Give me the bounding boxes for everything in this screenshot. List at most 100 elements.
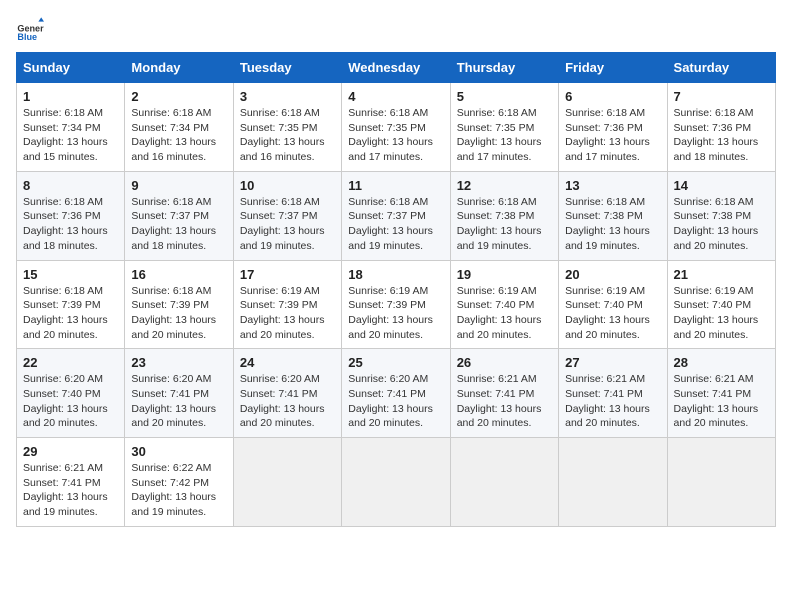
day-number: 4 — [348, 89, 443, 104]
day-number: 25 — [348, 355, 443, 370]
calendar-cell: 24 Sunrise: 6:20 AMSunset: 7:41 PMDayligh… — [233, 349, 341, 438]
day-number: 15 — [23, 267, 118, 282]
col-header-monday: Monday — [125, 53, 233, 83]
cell-sun-info: Sunrise: 6:18 AMSunset: 7:37 PMDaylight:… — [348, 195, 443, 254]
header-row: SundayMondayTuesdayWednesdayThursdayFrid… — [17, 53, 776, 83]
cell-sun-info: Sunrise: 6:18 AMSunset: 7:34 PMDaylight:… — [23, 106, 118, 165]
day-number: 29 — [23, 444, 118, 459]
day-number: 14 — [674, 178, 769, 193]
cell-sun-info: Sunrise: 6:19 AMSunset: 7:39 PMDaylight:… — [240, 284, 335, 343]
calendar-cell: 21 Sunrise: 6:19 AMSunset: 7:40 PMDayligh… — [667, 260, 775, 349]
calendar-cell: 29 Sunrise: 6:21 AMSunset: 7:41 PMDayligh… — [17, 438, 125, 527]
cell-sun-info: Sunrise: 6:20 AMSunset: 7:41 PMDaylight:… — [240, 372, 335, 431]
day-number: 20 — [565, 267, 660, 282]
day-number: 21 — [674, 267, 769, 282]
calendar-week-row: 22 Sunrise: 6:20 AMSunset: 7:40 PMDayligh… — [17, 349, 776, 438]
calendar-cell: 5 Sunrise: 6:18 AMSunset: 7:35 PMDaylight… — [450, 83, 558, 172]
calendar-cell — [233, 438, 341, 527]
calendar-cell — [559, 438, 667, 527]
cell-sun-info: Sunrise: 6:20 AMSunset: 7:41 PMDaylight:… — [348, 372, 443, 431]
logo: General Blue — [16, 16, 44, 44]
calendar-cell: 20 Sunrise: 6:19 AMSunset: 7:40 PMDayligh… — [559, 260, 667, 349]
cell-sun-info: Sunrise: 6:18 AMSunset: 7:36 PMDaylight:… — [565, 106, 660, 165]
cell-sun-info: Sunrise: 6:18 AMSunset: 7:38 PMDaylight:… — [674, 195, 769, 254]
day-number: 3 — [240, 89, 335, 104]
cell-sun-info: Sunrise: 6:20 AMSunset: 7:40 PMDaylight:… — [23, 372, 118, 431]
calendar-cell: 11 Sunrise: 6:18 AMSunset: 7:37 PMDayligh… — [342, 171, 450, 260]
cell-sun-info: Sunrise: 6:18 AMSunset: 7:35 PMDaylight:… — [240, 106, 335, 165]
day-number: 26 — [457, 355, 552, 370]
calendar-cell: 2 Sunrise: 6:18 AMSunset: 7:34 PMDaylight… — [125, 83, 233, 172]
day-number: 1 — [23, 89, 118, 104]
cell-sun-info: Sunrise: 6:19 AMSunset: 7:40 PMDaylight:… — [457, 284, 552, 343]
calendar-cell: 1 Sunrise: 6:18 AMSunset: 7:34 PMDaylight… — [17, 83, 125, 172]
cell-sun-info: Sunrise: 6:18 AMSunset: 7:35 PMDaylight:… — [348, 106, 443, 165]
calendar-cell — [450, 438, 558, 527]
day-number: 8 — [23, 178, 118, 193]
day-number: 9 — [131, 178, 226, 193]
calendar-cell: 28Sunrise: 6:21 AMSunset: 7:41 PMDayligh… — [667, 349, 775, 438]
cell-sun-info: Sunrise: 6:18 AMSunset: 7:34 PMDaylight:… — [131, 106, 226, 165]
cell-sun-info: Sunrise: 6:19 AMSunset: 7:40 PMDaylight:… — [565, 284, 660, 343]
calendar-cell: 3 Sunrise: 6:18 AMSunset: 7:35 PMDaylight… — [233, 83, 341, 172]
calendar-cell: 19Sunrise: 6:19 AMSunset: 7:40 PMDayligh… — [450, 260, 558, 349]
cell-sun-info: Sunrise: 6:18 AMSunset: 7:37 PMDaylight:… — [240, 195, 335, 254]
calendar-cell: 23 Sunrise: 6:20 AMSunset: 7:41 PMDayligh… — [125, 349, 233, 438]
cell-sun-info: Sunrise: 6:18 AMSunset: 7:38 PMDaylight:… — [457, 195, 552, 254]
col-header-friday: Friday — [559, 53, 667, 83]
day-number: 6 — [565, 89, 660, 104]
calendar-cell: 8 Sunrise: 6:18 AMSunset: 7:36 PMDaylight… — [17, 171, 125, 260]
cell-sun-info: Sunrise: 6:18 AMSunset: 7:39 PMDaylight:… — [131, 284, 226, 343]
day-number: 5 — [457, 89, 552, 104]
calendar-cell: 6 Sunrise: 6:18 AMSunset: 7:36 PMDaylight… — [559, 83, 667, 172]
calendar-week-row: 29 Sunrise: 6:21 AMSunset: 7:41 PMDayligh… — [17, 438, 776, 527]
calendar-cell: 10Sunrise: 6:18 AMSunset: 7:37 PMDayligh… — [233, 171, 341, 260]
cell-sun-info: Sunrise: 6:18 AMSunset: 7:37 PMDaylight:… — [131, 195, 226, 254]
col-header-thursday: Thursday — [450, 53, 558, 83]
cell-sun-info: Sunrise: 6:21 AMSunset: 7:41 PMDaylight:… — [23, 461, 118, 520]
calendar-cell: 9 Sunrise: 6:18 AMSunset: 7:37 PMDaylight… — [125, 171, 233, 260]
cell-sun-info: Sunrise: 6:18 AMSunset: 7:39 PMDaylight:… — [23, 284, 118, 343]
calendar-cell: 7 Sunrise: 6:18 AMSunset: 7:36 PMDaylight… — [667, 83, 775, 172]
day-number: 7 — [674, 89, 769, 104]
calendar-cell: 18 Sunrise: 6:19 AMSunset: 7:39 PMDayligh… — [342, 260, 450, 349]
cell-sun-info: Sunrise: 6:22 AMSunset: 7:42 PMDaylight:… — [131, 461, 226, 520]
day-number: 24 — [240, 355, 335, 370]
col-header-wednesday: Wednesday — [342, 53, 450, 83]
day-number: 11 — [348, 178, 443, 193]
calendar-week-row: 8 Sunrise: 6:18 AMSunset: 7:36 PMDaylight… — [17, 171, 776, 260]
day-number: 27 — [565, 355, 660, 370]
cell-sun-info: Sunrise: 6:21 AMSunset: 7:41 PMDaylight:… — [457, 372, 552, 431]
calendar-cell: 14 Sunrise: 6:18 AMSunset: 7:38 PMDayligh… — [667, 171, 775, 260]
cell-sun-info: Sunrise: 6:18 AMSunset: 7:36 PMDaylight:… — [674, 106, 769, 165]
col-header-tuesday: Tuesday — [233, 53, 341, 83]
header: General Blue — [16, 16, 776, 44]
calendar-cell: 22 Sunrise: 6:20 AMSunset: 7:40 PMDayligh… — [17, 349, 125, 438]
cell-sun-info: Sunrise: 6:18 AMSunset: 7:35 PMDaylight:… — [457, 106, 552, 165]
day-number: 12 — [457, 178, 552, 193]
cell-sun-info: Sunrise: 6:18 AMSunset: 7:36 PMDaylight:… — [23, 195, 118, 254]
day-number: 23 — [131, 355, 226, 370]
cell-sun-info: Sunrise: 6:18 AMSunset: 7:38 PMDaylight:… — [565, 195, 660, 254]
cell-sun-info: Sunrise: 6:19 AMSunset: 7:39 PMDaylight:… — [348, 284, 443, 343]
day-number: 30 — [131, 444, 226, 459]
logo-icon: General Blue — [16, 16, 44, 44]
cell-sun-info: Sunrise: 6:19 AMSunset: 7:40 PMDaylight:… — [674, 284, 769, 343]
calendar-cell: 27Sunrise: 6:21 AMSunset: 7:41 PMDayligh… — [559, 349, 667, 438]
cell-sun-info: Sunrise: 6:20 AMSunset: 7:41 PMDaylight:… — [131, 372, 226, 431]
calendar-week-row: 1 Sunrise: 6:18 AMSunset: 7:34 PMDaylight… — [17, 83, 776, 172]
calendar-cell: 17 Sunrise: 6:19 AMSunset: 7:39 PMDayligh… — [233, 260, 341, 349]
calendar-week-row: 15 Sunrise: 6:18 AMSunset: 7:39 PMDayligh… — [17, 260, 776, 349]
calendar-cell: 4 Sunrise: 6:18 AMSunset: 7:35 PMDaylight… — [342, 83, 450, 172]
day-number: 22 — [23, 355, 118, 370]
day-number: 2 — [131, 89, 226, 104]
day-number: 18 — [348, 267, 443, 282]
calendar-cell: 25 Sunrise: 6:20 AMSunset: 7:41 PMDayligh… — [342, 349, 450, 438]
col-header-sunday: Sunday — [17, 53, 125, 83]
day-number: 28 — [674, 355, 769, 370]
calendar-cell: 30 Sunrise: 6:22 AMSunset: 7:42 PMDayligh… — [125, 438, 233, 527]
day-number: 17 — [240, 267, 335, 282]
calendar-cell — [342, 438, 450, 527]
calendar-table: SundayMondayTuesdayWednesdayThursdayFrid… — [16, 52, 776, 527]
calendar-cell: 12 Sunrise: 6:18 AMSunset: 7:38 PMDayligh… — [450, 171, 558, 260]
